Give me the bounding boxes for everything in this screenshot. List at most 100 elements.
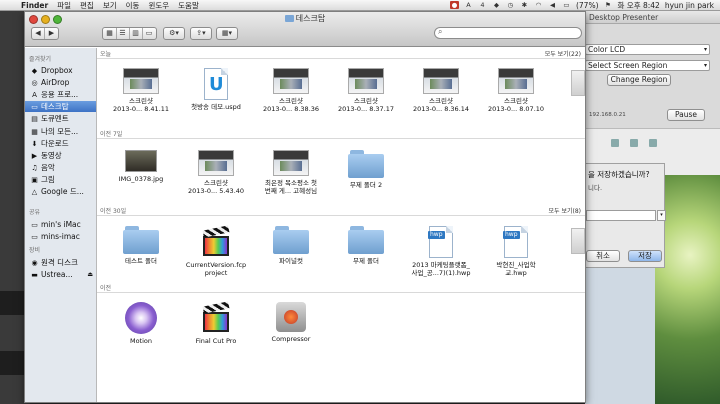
- dropbox-status-icon[interactable]: ◆: [492, 1, 501, 9]
- sidebar-item-label: min's iMac: [41, 220, 81, 229]
- sidebar-item[interactable]: ▭ mins-imac: [25, 231, 96, 242]
- file-item[interactable]: Compressor: [255, 300, 327, 343]
- column-view-icon[interactable]: ▥: [130, 28, 143, 39]
- status-app-icon[interactable]: ●: [449, 1, 459, 9]
- menu-item[interactable]: 윈도우: [148, 0, 169, 11]
- sidebar-item[interactable]: A 응용 프로...: [25, 89, 96, 100]
- pause-button[interactable]: Pause: [667, 109, 705, 121]
- share-button[interactable]: ⇪▾: [190, 27, 212, 40]
- file-item[interactable]: Final Cut Pro: [180, 300, 252, 345]
- bluetooth-icon[interactable]: ✱: [520, 1, 529, 9]
- sidebar-item[interactable]: △ Google 드...: [25, 186, 96, 197]
- file-item[interactable]: CurrentVersion.fcp project: [180, 224, 252, 277]
- sidebar-item[interactable]: ▤ 도큐멘트: [25, 113, 96, 124]
- sidebar-item-label: Google 드...: [41, 187, 84, 196]
- file-name: CurrentVersion.fcp: [185, 261, 247, 269]
- menu-clock[interactable]: 화 오후 8:42: [618, 0, 660, 11]
- menu-app-name[interactable]: Finder: [21, 1, 48, 10]
- save-button[interactable]: 저장: [628, 250, 662, 262]
- compressor-icon: [276, 302, 306, 332]
- toolbar-icons: [585, 139, 720, 149]
- downloads-icon: ⬇: [31, 139, 38, 148]
- show-all-link[interactable]: 모두 보기(22): [545, 50, 581, 59]
- sidebar-item[interactable]: ▭ min's iMac: [25, 219, 96, 230]
- file-item[interactable]: 스크린샷 2013-0... 8.38.36: [255, 66, 327, 113]
- sidebar-item[interactable]: ▶ 동영상: [25, 150, 96, 161]
- sidebar-item[interactable]: ◎ AirDrop: [25, 77, 96, 88]
- region-select[interactable]: Select Screen Region ▾: [585, 60, 710, 71]
- photo-thumbnail: [125, 150, 157, 172]
- file-item[interactable]: 무제 폴더: [330, 224, 402, 265]
- time-machine-icon[interactable]: ◷: [506, 1, 515, 9]
- flag-icon[interactable]: ⚑: [604, 1, 613, 9]
- folder-icon: [123, 226, 159, 254]
- file-item[interactable]: 스크린샷 2013-0... 8.37.17: [330, 66, 402, 113]
- file-name: 첫방송 데모.uspd: [191, 103, 241, 111]
- sidebar-item[interactable]: ▭ 데스크탑: [25, 101, 96, 113]
- toolbar-icon: [630, 139, 638, 147]
- save-name-field[interactable]: [586, 210, 656, 221]
- file-item[interactable]: 테스트 폴더: [105, 224, 177, 265]
- file-name: 스크린샷: [204, 179, 228, 187]
- select-arrow-icon: ▾: [703, 62, 707, 69]
- sidebar-section-header: 즐겨찾기: [29, 56, 52, 63]
- screenshot-thumbnail: [123, 68, 159, 94]
- sidebar-item[interactable]: ▬ Ustrea... ⏏: [25, 269, 96, 280]
- sidebar-item[interactable]: ◉ 원격 디스크: [25, 257, 96, 268]
- status-4-icon[interactable]: 4: [478, 1, 487, 9]
- partial-file-thumbnail[interactable]: [571, 70, 585, 96]
- sidebar-item[interactable]: ▦ 나의 모든...: [25, 126, 96, 137]
- file-item[interactable]: U 첫방송 데모.uspd: [180, 66, 252, 111]
- file-item[interactable]: 스크린샷 2013-0... 8.07.10: [480, 66, 552, 113]
- file-item[interactable]: IMG_0378.jpg: [105, 148, 177, 183]
- file-item[interactable]: 파이널컷: [255, 224, 327, 265]
- sidebar-item[interactable]: ◆ Dropbox: [25, 65, 96, 76]
- partial-file-thumbnail[interactable]: [571, 228, 585, 254]
- file-item[interactable]: 무제 폴더 2: [330, 148, 402, 189]
- show-all-link[interactable]: 모두 보기(8): [549, 207, 582, 216]
- file-item[interactable]: 스크린샷 2013-0... 8.36.14: [405, 66, 477, 113]
- eject-icon[interactable]: ⏏: [87, 269, 93, 280]
- cover-flow-icon[interactable]: ▭: [143, 28, 156, 39]
- sidebar-item[interactable]: ⬇ 다운로드: [25, 138, 96, 149]
- file-item[interactable]: hwp 2013 마케팅플랫폼_ 사업_공...7)(1).hwp: [405, 224, 477, 277]
- arrange-button[interactable]: ▦▾: [216, 27, 238, 40]
- search-input[interactable]: ⌕: [434, 27, 582, 39]
- forward-icon[interactable]: ▶: [45, 28, 58, 39]
- volume-icon[interactable]: ◀: [548, 1, 557, 9]
- battery-percentage: (77%): [575, 0, 599, 10]
- status-a-icon[interactable]: A: [464, 1, 473, 9]
- screenshot-thumbnail: [273, 150, 309, 176]
- action-gear-button[interactable]: ⚙▾: [163, 27, 185, 40]
- icon-view-icon[interactable]: ▦: [104, 28, 117, 39]
- file-item[interactable]: Motion: [105, 300, 177, 345]
- battery-icon[interactable]: ▭: [562, 1, 571, 9]
- remote-disc-icon: ◉: [31, 259, 38, 267]
- menu-item[interactable]: 편집: [80, 0, 94, 11]
- sidebar-item[interactable]: ▣ 그림: [25, 174, 96, 185]
- menu-item[interactable]: 이동: [126, 0, 140, 11]
- sidebar-item-label: 데스크탑: [41, 102, 69, 112]
- view-mode-control[interactable]: ▦ ☰ ▥ ▭: [102, 27, 157, 40]
- file-item[interactable]: 스크린샷 2013-0... 5.43.40: [180, 148, 252, 195]
- menu-user[interactable]: hyun jin park: [665, 1, 714, 10]
- change-region-button[interactable]: Change Region: [607, 74, 671, 86]
- display-select[interactable]: Color LCD ▾: [585, 44, 710, 55]
- back-icon[interactable]: ◀: [32, 28, 45, 39]
- file-name: 테스트 폴더: [125, 257, 157, 265]
- file-item[interactable]: 최은정 목소평소 첫 번째 게... 고혜성님: [255, 148, 327, 195]
- save-dialog: 을 저장하겠습니까? 니다. ▾ 취소 저장: [585, 163, 666, 268]
- file-name: 박현진_사업학: [496, 261, 536, 269]
- file-item[interactable]: 스크린샷 2013-0... 8.41.11: [105, 66, 177, 113]
- cancel-button[interactable]: 취소: [586, 250, 620, 262]
- sidebar-item[interactable]: ♫ 음악: [25, 162, 96, 173]
- back-forward-control[interactable]: ◀ ▶: [31, 27, 59, 40]
- list-view-icon[interactable]: ☰: [117, 28, 130, 39]
- menu-item[interactable]: 파일: [57, 0, 71, 11]
- file-item[interactable]: hwp 박현진_사업학 교.hwp: [480, 224, 552, 277]
- menu-item[interactable]: 도움말: [178, 0, 199, 11]
- wifi-icon[interactable]: ◠: [534, 1, 543, 9]
- menu-item[interactable]: 보기: [103, 0, 117, 11]
- chevron-down-icon[interactable]: ▾: [657, 210, 666, 221]
- documents-icon: ▤: [31, 115, 38, 124]
